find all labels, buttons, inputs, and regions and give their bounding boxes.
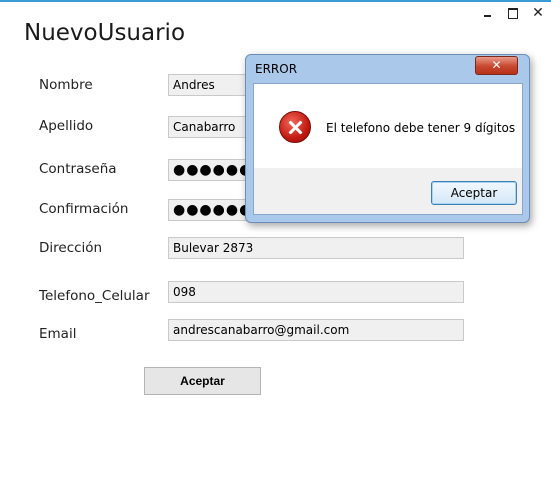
aceptar-button[interactable]: Aceptar xyxy=(144,367,261,395)
dialog-content: El telefono debe tener 9 dígitos xyxy=(254,84,522,168)
email-input[interactable]: andrescanabarro@gmail.com xyxy=(168,319,464,341)
direccion-label: Dirección xyxy=(39,240,103,256)
maximize-icon[interactable] xyxy=(505,6,521,20)
telefono-label: Telefono_Celular xyxy=(39,288,150,304)
dialog-title: ERROR xyxy=(255,62,298,76)
window-top-border xyxy=(0,0,551,2)
close-icon[interactable]: ✕ xyxy=(530,6,546,20)
window-title: NuevoUsuario xyxy=(24,20,186,46)
apellido-label: Apellido xyxy=(39,118,94,134)
contrasena-label: Contraseña xyxy=(39,161,117,177)
minimize-icon[interactable] xyxy=(480,6,496,20)
nombre-label: Nombre xyxy=(39,77,93,93)
confirmacion-label: Confirmación xyxy=(39,201,129,217)
dialog-close-icon[interactable]: ✕ xyxy=(475,56,518,75)
email-label: Email xyxy=(39,326,77,342)
dialog-aceptar-button[interactable]: Aceptar xyxy=(431,181,517,205)
error-dialog: ERROR ✕ El telefono debe tener 9 dígitos… xyxy=(245,54,530,223)
dialog-message: El telefono debe tener 9 dígitos xyxy=(326,121,516,135)
direccion-input[interactable]: Bulevar 2873 xyxy=(168,237,464,259)
telefono-input[interactable]: 098 xyxy=(168,281,464,303)
error-icon xyxy=(279,111,311,143)
dialog-body: El telefono debe tener 9 dígitos Aceptar xyxy=(253,83,523,215)
